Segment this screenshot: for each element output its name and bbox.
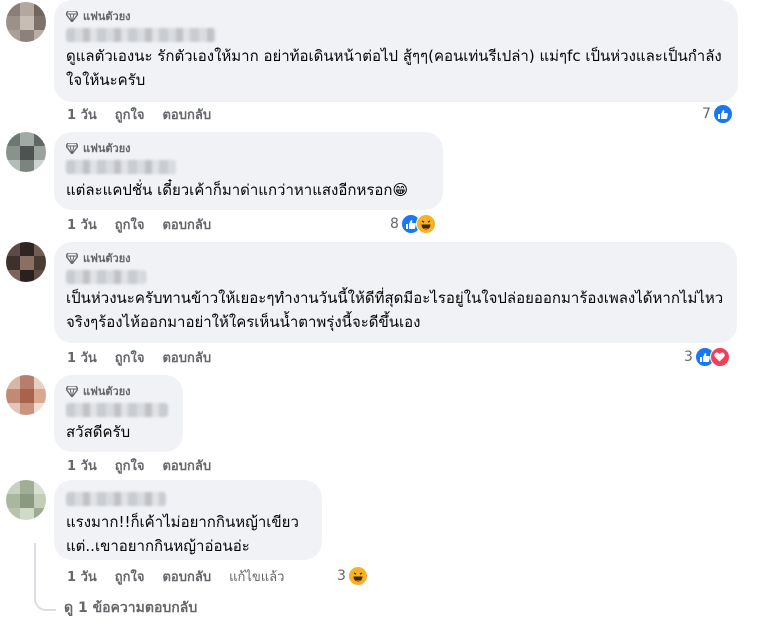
comment-actions: 1 วัน ถูกใจ ตอบกลับ แก้ไขแล้ว [67,567,284,585]
avatar[interactable] [6,242,46,282]
comment-text: แต่ละแคปชั่น เดี๋ยวเค้าก็มาด่าแกว่าหาแสง… [66,181,409,199]
reply-thread-line [34,543,56,611]
timestamp[interactable]: 1 วัน [67,104,97,125]
comment-text: เป็นห่วงนะครับทานข้าวให้เยอะๆทำงานวันนี้… [66,289,724,331]
like-button[interactable]: ถูกใจ [115,214,145,235]
top-fan-badge: แฟนตัวยง [66,250,725,266]
avatar[interactable] [6,480,46,520]
avatar[interactable] [6,132,46,172]
badge-label: แฟนตัวยง [83,10,131,23]
timestamp[interactable]: 1 วัน [67,214,97,235]
edited-label: แก้ไขแล้ว [229,569,285,585]
timestamp[interactable]: 1 วัน [67,566,97,587]
reactions[interactable]: 3 [684,347,730,367]
like-icon [712,104,733,124]
comment-bubble: แฟนตัวยง แต่ละแคปชั่น เดี๋ยวเค้าก็มาด่าแ… [54,132,443,210]
reply-button[interactable]: ตอบกลับ [162,566,211,587]
comment-actions: 1 วัน ถูกใจ ตอบกลับ [67,215,211,233]
reaction-count: 3 [684,349,693,365]
author-name-blurred[interactable] [66,160,176,174]
view-replies-link[interactable]: ดู 1 ข้อความตอบกลับ [64,597,197,619]
top-fan-badge: แฟนตัวยง [66,140,431,156]
diamond-icon [66,10,78,22]
reply-button[interactable]: ตอบกลับ [162,214,211,235]
top-fan-badge: แฟนตัวยง [66,383,171,399]
top-fan-badge: แฟนตัวยง [66,8,726,24]
like-button[interactable]: ถูกใจ [115,347,145,368]
comment-bubble: แฟนตัวยง ดูแลตัวเองนะ รักตัวเองให้มาก อย… [54,0,738,102]
reactions[interactable]: 3 [337,566,368,586]
timestamp[interactable]: 1 วัน [67,455,97,476]
author-name-blurred[interactable] [66,403,168,417]
author-name-blurred[interactable] [66,492,166,506]
comment-text: ดูแลตัวเองนะ รักตัวเองให้มาก อย่าท้อเดิน… [66,47,722,89]
badge-label: แฟนตัวยง [83,142,131,155]
avatar[interactable] [6,2,46,42]
diamond-icon [66,252,78,264]
reply-button[interactable]: ตอบกลับ [162,455,211,476]
comment-text: สวัสดีครับ [66,423,131,441]
diamond-icon [66,142,78,154]
reaction-count: 8 [390,216,399,232]
comment-text: แรงมาก!!ก็เค้าไม่อยากกินหญ้าเขียว แต่..เ… [66,513,299,555]
avatar[interactable] [6,375,46,415]
like-button[interactable]: ถูกใจ [115,104,145,125]
comment-actions: 1 วัน ถูกใจ ตอบกลับ [67,105,211,123]
comment-actions: 1 วัน ถูกใจ ตอบกลับ [67,456,211,474]
comment-bubble: แฟนตัวยง สวัสดีครับ [54,375,183,452]
comment-actions: 1 วัน ถูกใจ ตอบกลับ [67,348,211,366]
haha-icon [347,566,368,586]
comment-bubble: แรงมาก!!ก็เค้าไม่อยากกินหญ้าเขียว แต่..เ… [54,480,322,560]
badge-label: แฟนตัวยง [83,385,131,398]
like-button[interactable]: ถูกใจ [115,455,145,476]
timestamp[interactable]: 1 วัน [67,347,97,368]
reactions[interactable]: 8 [390,214,436,234]
reaction-count: 3 [337,568,346,584]
comment-bubble: แฟนตัวยง เป็นห่วงนะครับทานข้าวให้เยอะๆทำ… [54,242,737,343]
reply-button[interactable]: ตอบกลับ [162,347,211,368]
reply-button[interactable]: ตอบกลับ [162,104,211,125]
author-name-blurred[interactable] [66,28,216,42]
diamond-icon [66,385,78,397]
badge-label: แฟนตัวยง [83,252,131,265]
like-button[interactable]: ถูกใจ [115,566,145,587]
haha-icon [415,214,436,234]
reactions[interactable]: 7 [702,104,733,124]
reaction-count: 7 [702,106,711,122]
author-name-blurred[interactable] [66,270,146,284]
love-icon [709,347,730,367]
